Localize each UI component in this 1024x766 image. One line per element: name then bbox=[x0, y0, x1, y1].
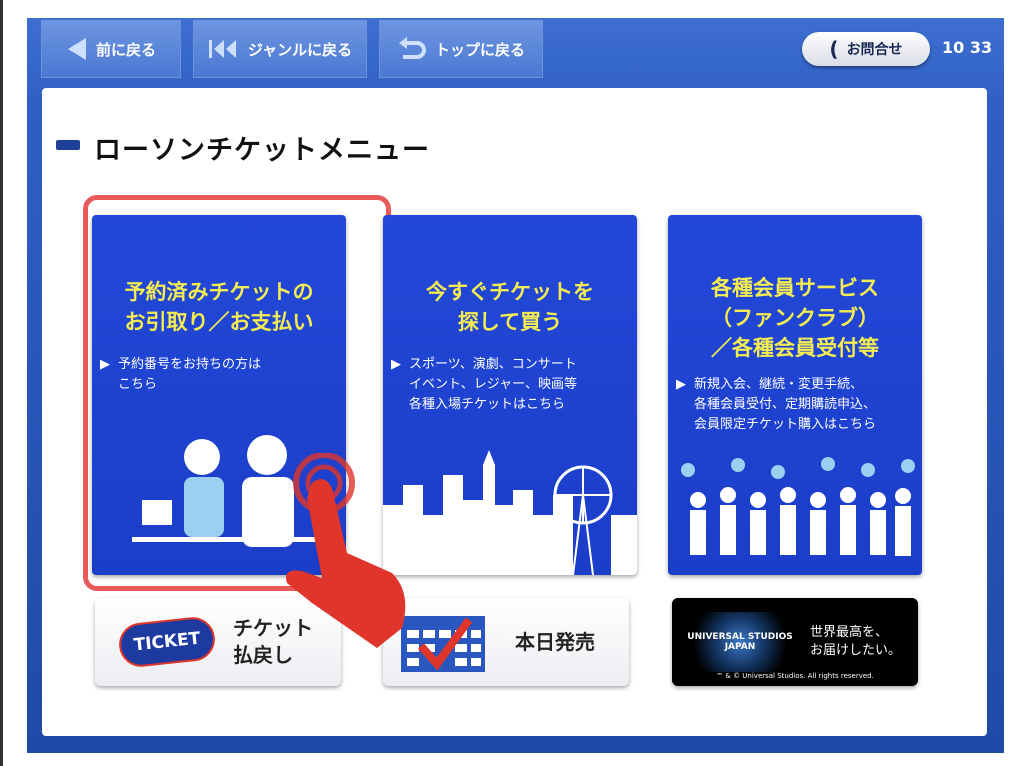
card-title: 各種会員サービス （ファンクラブ） ／各種会員受付等 bbox=[711, 276, 879, 360]
today-release-label: 本日発売 bbox=[515, 629, 595, 654]
usj-copyright: ™ & © Universal Studios. All rights rese… bbox=[716, 672, 874, 680]
card-title: 今すぐチケットを 探して買う bbox=[426, 280, 594, 334]
genre-back-button[interactable]: ジャンルに戻る bbox=[193, 20, 367, 78]
card-desc: ▶ 予約番号をお持ちの方は こちら bbox=[100, 357, 262, 392]
ticket-logo-icon: TICKET bbox=[116, 615, 218, 669]
menu-panel: ローソンチケットメニュー 予約済みチケットの お引取り／お支払い ▶ 予約番号をお… bbox=[42, 88, 987, 736]
usj-globe-logo: UNIVERSAL STUDIOS JAPAN bbox=[680, 612, 800, 672]
page-title: ローソンチケットメニュー bbox=[94, 135, 430, 166]
usj-banner[interactable]: UNIVERSAL STUDIOS JAPAN 世界最高を、 お届けしたい。 ™… bbox=[672, 598, 918, 686]
usj-tagline: 世界最高を、 お届けしたい。 bbox=[810, 625, 902, 658]
window-edge bbox=[0, 0, 3, 766]
clock: 10 33 bbox=[942, 38, 993, 57]
ticket-logo-text: TICKET bbox=[132, 628, 202, 656]
card-desc-text: スポーツ、演劇、コンサート イベント、レジャー、映画等 各種入場チケットはこちら bbox=[409, 357, 577, 412]
contact-label: お問合せ bbox=[846, 42, 903, 58]
kiosk-screen: 前に戻る ジャンルに戻る トップに戻る ( お問合せ 10 33 ローソンチケッ… bbox=[27, 18, 1004, 753]
top-back-label: トップに戻る bbox=[434, 40, 525, 59]
usj-logo-text: UNIVERSAL STUDIOS JAPAN bbox=[687, 632, 793, 652]
rewind-icon bbox=[208, 40, 236, 58]
card-member-services[interactable]: 各種会員サービス （ファンクラブ） ／各種会員受付等 ▶ 新規入会、継続・変更手続… bbox=[668, 215, 922, 575]
contact-button[interactable]: ( お問合せ bbox=[802, 32, 930, 66]
top-back-button[interactable]: トップに戻る bbox=[379, 20, 543, 78]
card-desc: ▶ 新規入会、継続・変更手続、 各種会員受付、定期購読申込、 会員限定チケット購入… bbox=[676, 377, 877, 432]
back-label: 前に戻る bbox=[95, 40, 156, 59]
crowd-illustration bbox=[681, 457, 915, 556]
title-marker bbox=[56, 140, 80, 150]
back-button[interactable]: 前に戻る bbox=[41, 20, 181, 78]
return-icon bbox=[398, 37, 426, 59]
back-arrow-icon bbox=[67, 38, 86, 60]
card-desc-text: 予約番号をお持ちの方は こちら bbox=[118, 357, 262, 392]
phone-icon: ( bbox=[829, 37, 839, 61]
genre-back-label: ジャンルに戻る bbox=[247, 40, 353, 59]
pointing-hand-icon bbox=[286, 453, 406, 648]
card-desc: ▶ スポーツ、演劇、コンサート イベント、レジャー、映画等 各種入場チケットはこち… bbox=[391, 357, 577, 412]
card-desc-text: 新規入会、継続・変更手続、 各種会員受付、定期購読申込、 会員限定チケット購入は… bbox=[694, 377, 877, 432]
card-title: 予約済みチケットの お引取り／お支払い bbox=[124, 280, 314, 334]
